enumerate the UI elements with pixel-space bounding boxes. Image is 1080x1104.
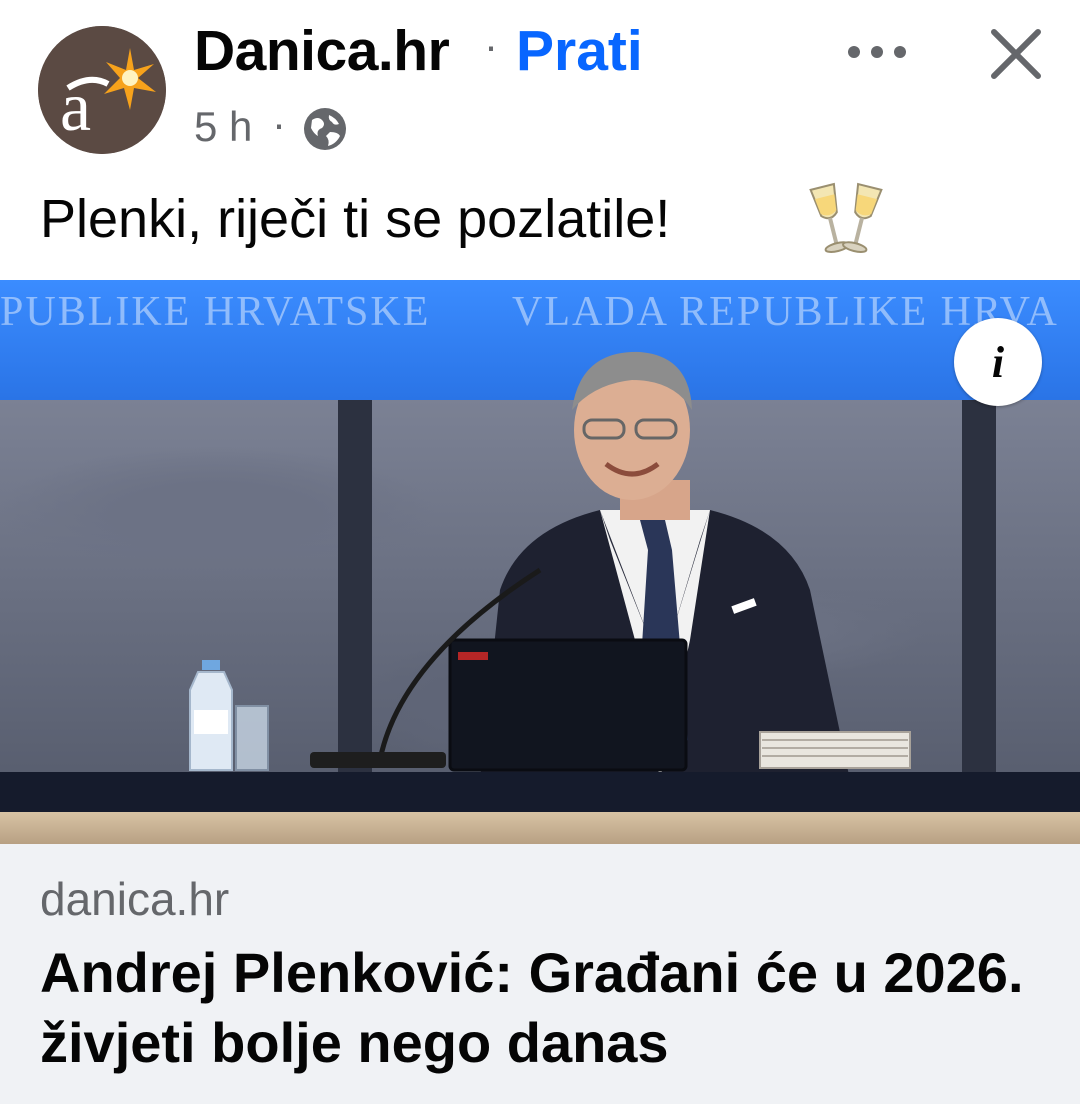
post-header: a Danica.hr · Prati 5 h ·	[0, 0, 1080, 170]
microphone	[310, 567, 542, 768]
more-options-icon[interactable]	[840, 30, 914, 74]
post-text: Plenki, riječi ti se pozlatile!	[40, 189, 671, 249]
page-name[interactable]: Danica.hr	[194, 18, 450, 84]
globe-icon	[304, 108, 346, 150]
page-avatar[interactable]: a	[38, 26, 166, 154]
link-title[interactable]: Andrej Plenković: Građani će u 2026. živ…	[40, 938, 1040, 1078]
desk-top	[0, 772, 1080, 812]
water-bottle	[189, 660, 269, 771]
header-separator: ·	[484, 22, 498, 69]
post-image[interactable]: PUBLIKE HRVATSKE VLADA REPUBLIKE HRVA	[0, 280, 1080, 844]
banner-text-left: PUBLIKE HRVATSKE	[0, 289, 431, 335]
info-button[interactable]: i	[954, 318, 1042, 406]
meta-separator: ·	[272, 100, 286, 147]
follow-button[interactable]: Prati	[516, 18, 643, 84]
document-stack	[759, 731, 911, 769]
desk-front	[0, 812, 1080, 844]
link-preview[interactable]: danica.hr Andrej Plenković: Građani će u…	[0, 844, 1080, 1104]
close-icon[interactable]	[984, 22, 1048, 86]
wall-pillar	[962, 400, 996, 780]
post-time[interactable]: 5 h	[194, 103, 252, 151]
link-domain: danica.hr	[40, 873, 230, 925]
danica-logo-icon: a	[38, 26, 166, 154]
clinking-glasses-icon	[809, 182, 883, 253]
